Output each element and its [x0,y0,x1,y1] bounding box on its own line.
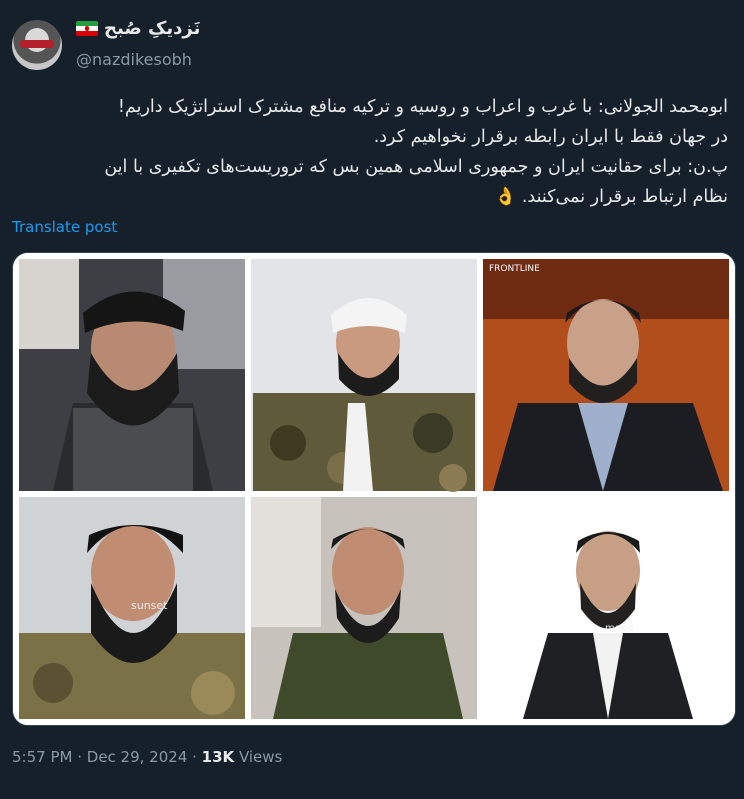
display-name-text[interactable]: نَزدیکِ صُبح [104,18,200,39]
post-line-3: پ.ن: برای حقانیت ایران و جمهوری اسلامی ه… [104,157,728,177]
views-count[interactable]: 13K [202,748,235,766]
meta-separator: · [72,748,87,766]
iran-flag-icon [76,21,98,36]
photo-2 [251,259,477,492]
meta-separator-2: · [187,748,202,766]
post-line-4: نظام ارتباط برقرار نمی‌کنند. 👌 [494,187,729,207]
watermark-frontline: FRONTLINE [489,264,540,274]
post-date[interactable]: Dec 29, 2024 [87,748,188,766]
avatar[interactable] [12,20,62,70]
watermark-mood: mood [605,623,633,634]
post-line-2: در جهان فقط با ایران رابطه برقرار نخواهی… [373,127,728,147]
photo-5 [251,497,477,719]
post-meta: 5:57 PM · Dec 29, 2024 · 13K Views [12,748,282,766]
photo-collage: FRONTLINE sunset mood [13,253,735,725]
photo-1 [19,259,245,491]
translate-post-link[interactable]: Translate post [12,218,117,236]
tweet: نَزدیکِ صُبح @nazdikesobh ابومحمد الجولا… [0,0,744,799]
post-image[interactable]: FRONTLINE sunset mood [12,252,736,726]
watermark-sunset: sunset [131,599,168,612]
post-line-1: ابومحمد الجولانی: با غرب و اعراب و روسیه… [117,97,728,117]
user-handle[interactable]: @nazdikesobh [76,50,192,69]
photo-6 [483,497,729,719]
views-label: Views [234,748,283,766]
post-time[interactable]: 5:57 PM [12,748,72,766]
display-name[interactable]: نَزدیکِ صُبح [76,18,200,39]
post-text: ابومحمد الجولانی: با غرب و اعراب و روسیه… [12,92,728,212]
photo-3 [483,259,729,491]
